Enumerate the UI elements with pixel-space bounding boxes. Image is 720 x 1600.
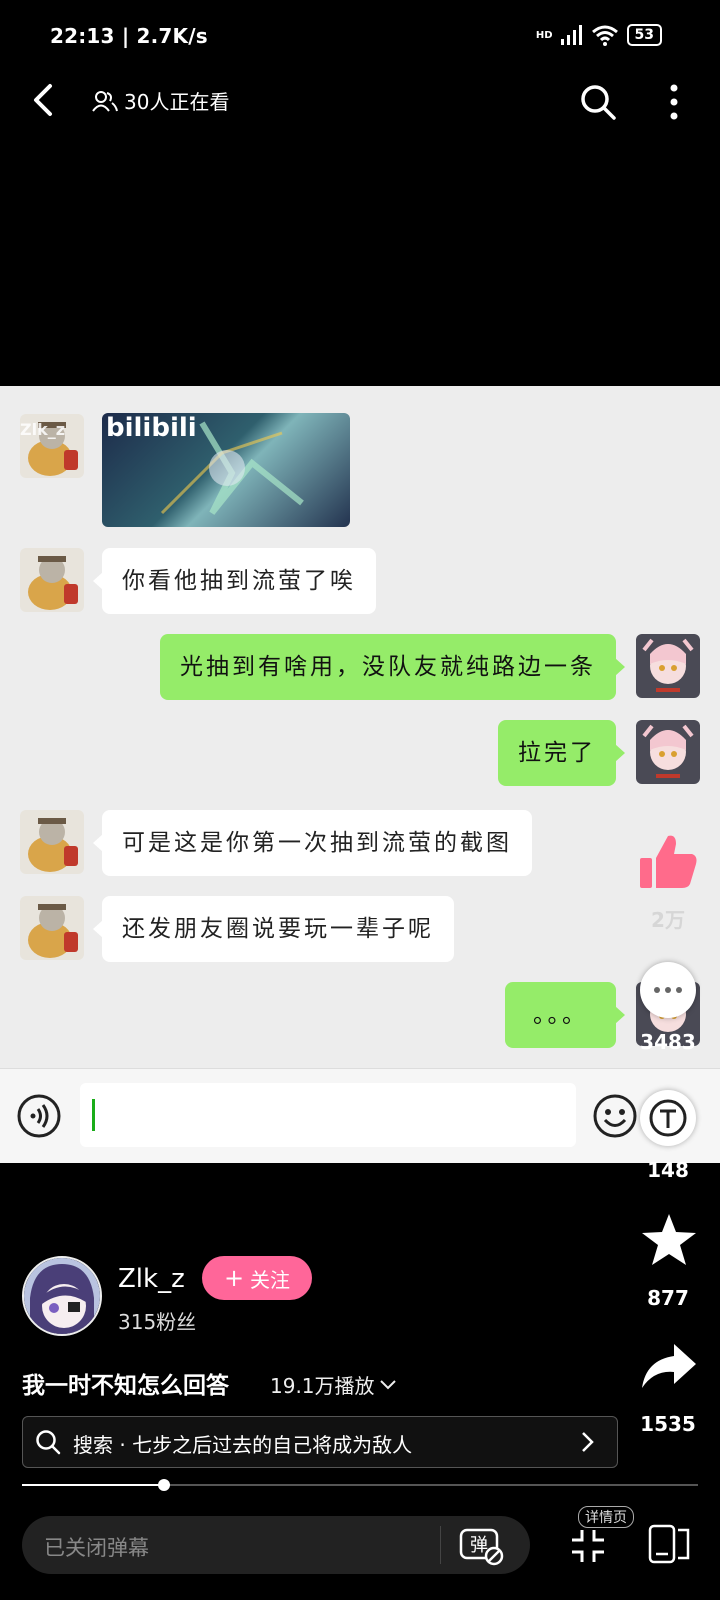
follow-label: 关注 [250, 1267, 291, 1292]
voice-icon [17, 1094, 61, 1138]
related-search-text: 搜索 · 七步之后过去的自己将成为敌人 [73, 1433, 413, 1457]
favorite-star-icon[interactable] [640, 1212, 698, 1268]
self-avatar [636, 720, 700, 784]
chat-message-left: 你看他抽到流萤了唉 [93, 548, 376, 614]
like-count: 2万 [651, 908, 685, 932]
friend-avatar [20, 896, 84, 960]
chat-text-field [80, 1083, 576, 1147]
plus-icon: + [223, 1264, 245, 1292]
more-options-icon[interactable] [664, 82, 684, 122]
people-icon [92, 90, 118, 112]
video-title[interactable]: 我一时不知怎么回答 [22, 1366, 229, 1400]
related-search-bar[interactable]: 搜索 · 七步之后过去的自己将成为敌人 [22, 1416, 618, 1468]
coin-count: 148 [647, 1158, 689, 1182]
back-arrow-icon[interactable] [26, 82, 62, 118]
chevron-down-icon [379, 1379, 396, 1389]
danmaku-placeholder: 已关闭弹幕 [44, 1536, 149, 1560]
viewer-count: 30人正在看 [92, 86, 229, 115]
chat-input-bar [0, 1068, 720, 1163]
chat-message-right: 拉完了 [498, 720, 625, 786]
like-icon[interactable] [636, 830, 700, 894]
detail-page-icon[interactable] [648, 1524, 692, 1564]
image-watermark: bilibili [106, 413, 197, 443]
viewer-count-text: 30人正在看 [124, 90, 230, 114]
comment-dots-icon [654, 987, 682, 993]
overlay-watermark-name: Zlk_z [20, 420, 66, 439]
danmaku-input[interactable]: 已关闭弹幕 弹 [22, 1516, 530, 1574]
status-time: 22:13 | 2.7K/s [50, 24, 208, 48]
svg-text:弹: 弹 [470, 1535, 488, 1556]
network-label: HD [535, 29, 553, 41]
status-icons: HD 53 [536, 24, 662, 46]
coin-icon [649, 1099, 687, 1137]
text-cursor [92, 1099, 95, 1131]
play-count[interactable]: 19.1万播放 [270, 1370, 397, 1399]
detail-page-label: 详情页 [578, 1506, 634, 1528]
coin-button[interactable] [640, 1090, 696, 1146]
search-icon [36, 1430, 61, 1455]
divider [440, 1526, 441, 1564]
chevron-right-icon [582, 1432, 594, 1452]
progress-handle[interactable] [157, 1479, 170, 1491]
share-count: 1535 [640, 1412, 696, 1436]
wifi-icon [591, 25, 618, 46]
chat-image-message[interactable]: bilibili [102, 413, 350, 527]
friend-avatar [20, 810, 84, 874]
follow-button[interactable]: + 关注 [202, 1256, 312, 1300]
chat-message-right: 。。。 [505, 982, 625, 1048]
favorite-count: 877 [647, 1286, 689, 1310]
video-player[interactable]: Zlk_z bilibili 你看他抽到流萤了唉 光抽到有啥用，没队友就纯路边一… [0, 386, 720, 1163]
author-name[interactable]: Zlk_z [118, 1264, 185, 1294]
share-icon[interactable] [640, 1342, 698, 1392]
battery-indicator: 53 [626, 24, 662, 46]
signal-icon [560, 25, 582, 45]
fullscreen-exit-icon[interactable] [570, 1528, 606, 1564]
play-count-text: 19.1万播放 [270, 1374, 375, 1398]
danmaku-off-icon[interactable]: 弹 [458, 1524, 506, 1568]
emoji-icon [593, 1094, 637, 1138]
search-icon[interactable] [578, 82, 618, 122]
friend-avatar [20, 548, 84, 612]
comment-count: 3483 [640, 1030, 696, 1054]
chat-message-right: 光抽到有啥用，没队友就纯路边一条 [160, 634, 625, 700]
comment-button[interactable] [640, 962, 696, 1018]
author-avatar[interactable] [22, 1256, 102, 1336]
chat-message-left: 可是这是你第一次抽到流萤的截图 [93, 810, 532, 876]
fan-count: 315粉丝 [118, 1310, 197, 1334]
progress-fill [22, 1484, 164, 1486]
chat-message-left: 还发朋友圈说要玩一辈子呢 [93, 896, 454, 962]
self-avatar [636, 634, 700, 698]
